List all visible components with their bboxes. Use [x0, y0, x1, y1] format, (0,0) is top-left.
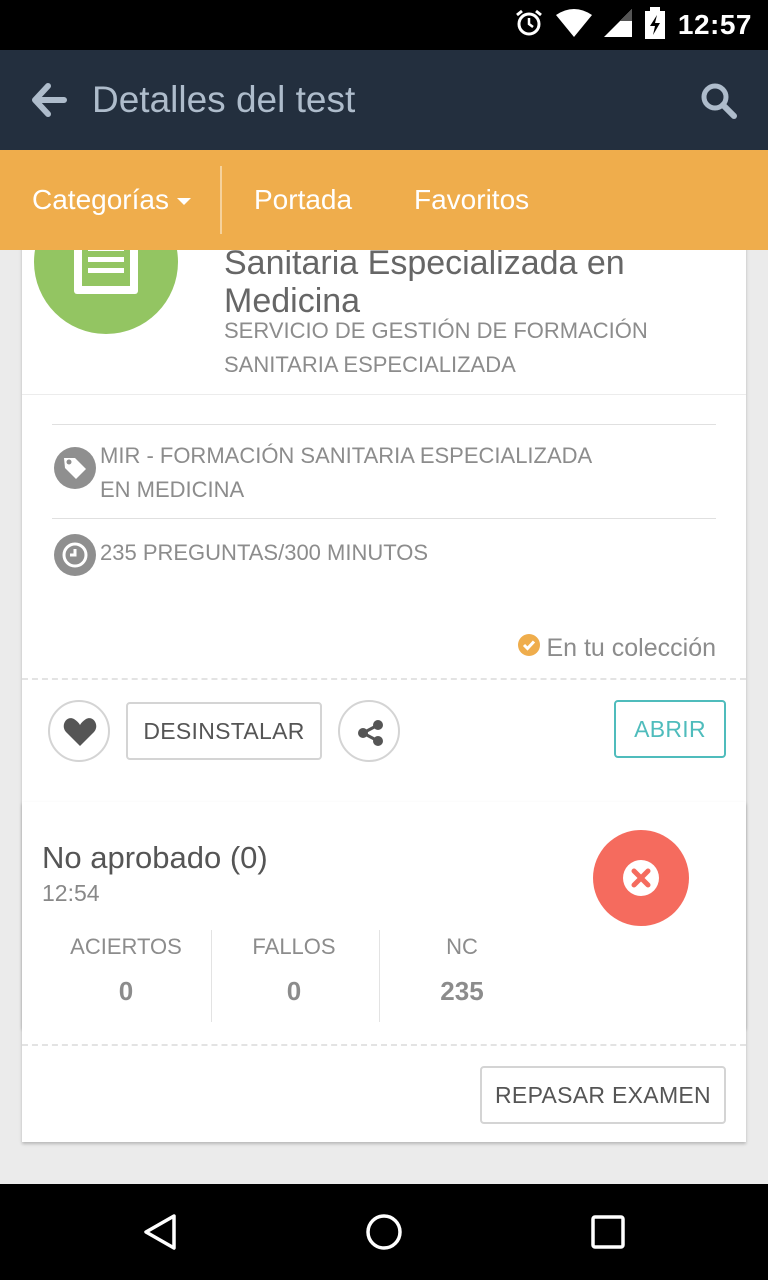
content-area[interactable]: Sanitaria Especializada en Medicina SERV… [0, 250, 768, 1184]
categories-dropdown[interactable]: Categorías [32, 150, 191, 250]
arrow-left-icon[interactable] [30, 82, 70, 118]
categories-label: Categorías [32, 184, 169, 215]
status-icons: 12:57 [514, 0, 752, 50]
category-line: MIR - FORMACIÓN SANITARIA ESPECIALIZADA [100, 443, 593, 468]
category-separator [220, 166, 222, 234]
divider [22, 394, 746, 395]
app-bar: Detalles del test [0, 50, 768, 150]
wifi-icon [555, 8, 592, 42]
test-title: Sanitaria Especializada en Medicina [224, 250, 625, 320]
search-icon[interactable] [700, 82, 738, 120]
check-circle-icon [518, 634, 541, 663]
result-time: 12:54 [42, 880, 100, 906]
home-nav-icon[interactable] [364, 1212, 404, 1257]
favorite-button[interactable] [48, 700, 110, 762]
test-badge [34, 250, 178, 334]
tag-icon [54, 447, 96, 489]
navigation-bar [0, 1184, 768, 1280]
questions-duration: 235 PREGUNTAS/300 MINUTOS [100, 540, 429, 565]
stat-value: 0 [118, 976, 134, 1006]
collection-status: En tu colección [518, 634, 716, 663]
page-title: Detalles del test [92, 79, 356, 120]
dashed-divider [22, 1044, 746, 1046]
result-status: No aprobado (0) [42, 840, 268, 875]
close-circle-icon [623, 860, 659, 896]
category-bar: Categorías Portada Favoritos [0, 150, 768, 250]
divider [52, 424, 716, 425]
uninstall-button[interactable]: DESINSTALAR [126, 702, 322, 760]
status-bar: 12:57 [0, 0, 768, 50]
share-button[interactable] [338, 700, 400, 762]
clock-icon [54, 534, 96, 576]
review-exam-button[interactable]: REPASAR EXAMEN [480, 1066, 726, 1124]
caret-down-icon [176, 198, 191, 206]
document-icon [74, 250, 138, 294]
stat-nc: NC 235 [378, 932, 546, 1007]
tab-favoritos[interactable]: Favoritos [414, 150, 529, 250]
result-card: No aprobado (0) 12:54 ACIERTOS 0 FALLOS … [22, 802, 746, 1142]
stat-value: 0 [286, 976, 302, 1006]
battery-icon [644, 6, 666, 44]
test-publisher: SERVICIO DE GESTIÓN DE FORMACIÓN SANITAR… [224, 318, 648, 377]
alarm-icon [514, 8, 544, 43]
stat-value: 235 [440, 976, 484, 1006]
category-line: EN MEDICINA [100, 477, 245, 502]
signal-icon [603, 8, 632, 42]
dashed-divider [22, 678, 746, 680]
fail-badge [593, 830, 689, 926]
divider [52, 518, 716, 519]
stat-label: FALLOS [252, 934, 336, 959]
share-icon [358, 720, 383, 746]
heart-icon [63, 718, 97, 746]
stat-label: NC [446, 934, 478, 959]
recents-nav-icon[interactable] [588, 1212, 628, 1257]
stat-aciertos: ACIERTOS 0 [42, 932, 210, 1007]
status-time: 12:57 [677, 9, 752, 40]
stat-fallos: FALLOS 0 [210, 932, 378, 1007]
tab-portada[interactable]: Portada [254, 150, 352, 250]
open-button[interactable]: ABRIR [614, 700, 726, 758]
back-nav-icon[interactable] [140, 1212, 180, 1257]
collection-label: En tu colección [546, 634, 716, 662]
stat-label: ACIERTOS [70, 934, 182, 959]
